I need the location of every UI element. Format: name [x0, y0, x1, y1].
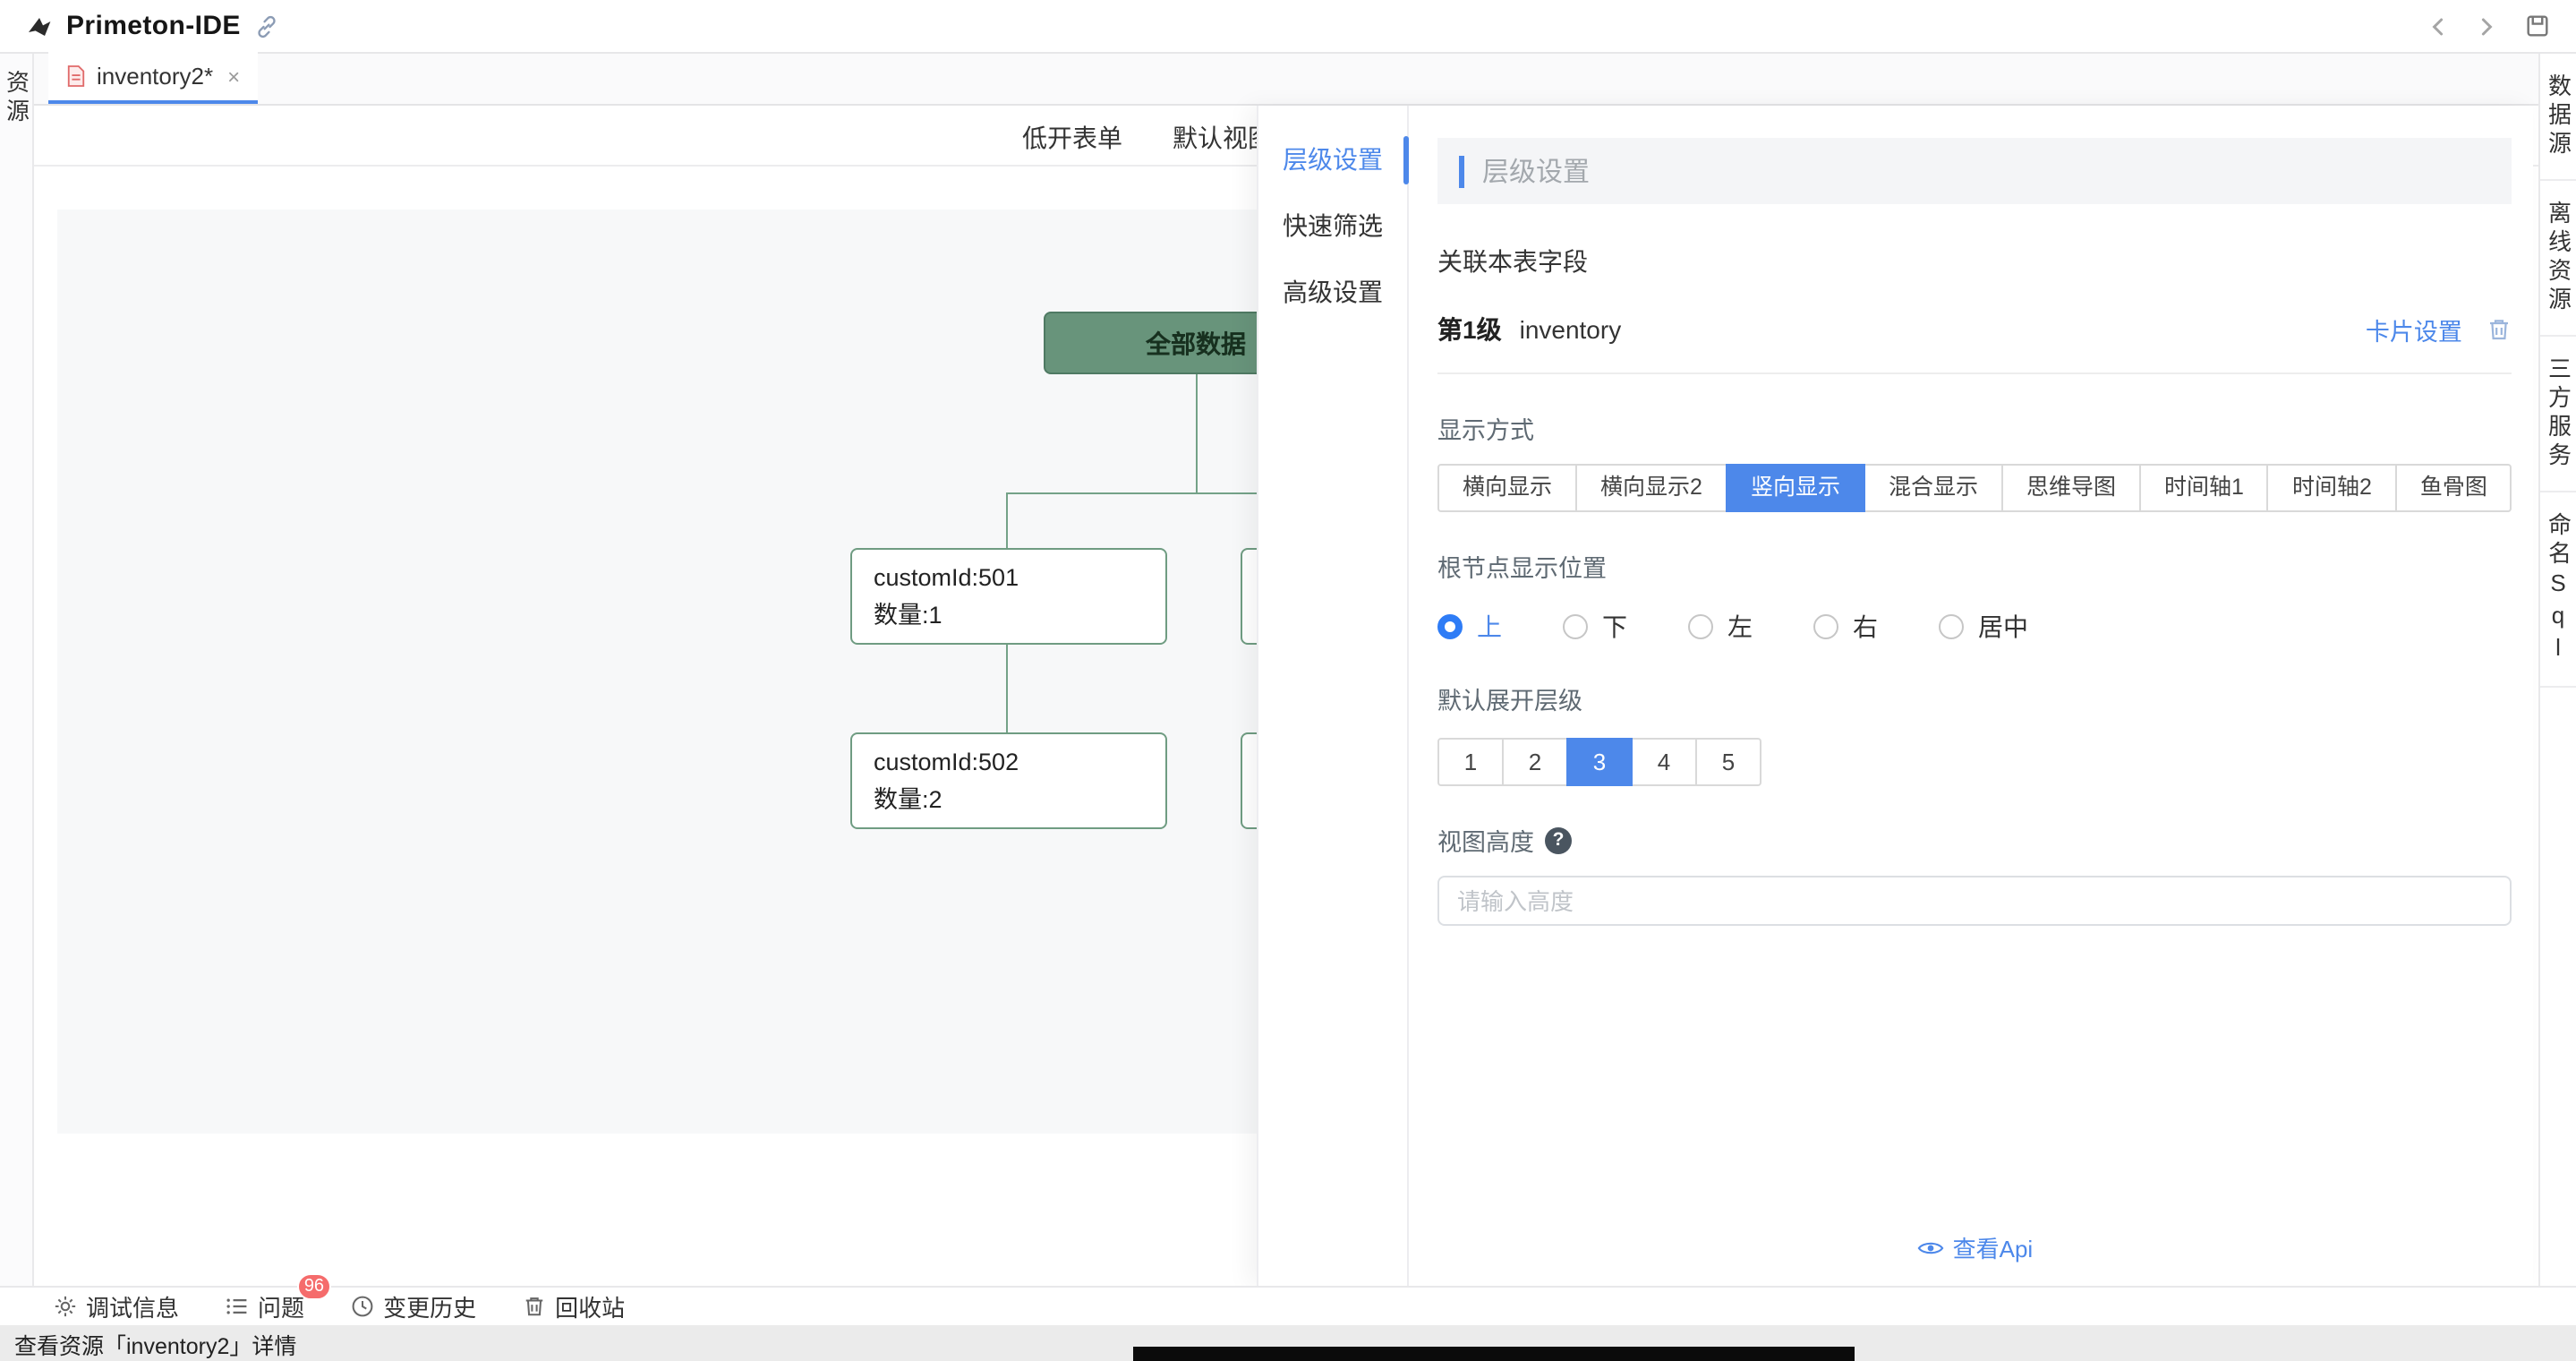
level-field-name: inventory — [1520, 315, 1622, 344]
left-rail: 资源 — [0, 54, 34, 1286]
display-mode-horizontal2[interactable]: 横向显示2 — [1575, 464, 1727, 512]
tree-canvas[interactable]: 全部数据 customId:501 数量:1 customId:502 数量:2 — [57, 210, 1310, 1134]
card-line2: 数量:2 — [874, 778, 1144, 814]
panel-header: 层级设置 — [1437, 138, 2512, 204]
status-item-debug-info[interactable]: 调试信息 — [54, 1289, 179, 1323]
app-logo-icon — [25, 12, 54, 40]
connector-line — [1006, 492, 1008, 548]
file-icon — [66, 64, 86, 88]
menu-item-advanced-settings[interactable]: 高级设置 — [1258, 260, 1407, 326]
assoc-fields-label: 关联本表字段 — [1437, 244, 2512, 279]
root-position-bottom[interactable]: 下 — [1563, 609, 1627, 645]
status-item-recycle-bin[interactable]: 回收站 — [523, 1289, 625, 1323]
display-mode-timeline2[interactable]: 时间轴2 — [2267, 464, 2397, 512]
display-mode-mixed[interactable]: 混合显示 — [1864, 464, 2003, 512]
nav-back-icon[interactable] — [2427, 15, 2449, 37]
save-icon[interactable] — [2524, 13, 2551, 39]
right-rail: 数据源 离线资源 三方服务 命名Sql — [2538, 54, 2576, 1286]
tree-root-label: 全部数据 — [1146, 325, 1246, 361]
card-settings-link[interactable]: 卡片设置 — [2366, 312, 2462, 347]
tree-node-card-502[interactable]: customId:502 数量:2 — [850, 732, 1167, 829]
radio-icon — [1688, 614, 1713, 639]
expand-level-label: 默认展开层级 — [1437, 680, 2512, 716]
right-rail-item-named-sql[interactable]: 命名Sql — [2540, 492, 2576, 688]
tab-inventory2[interactable]: inventory2* × — [48, 52, 258, 104]
link-icon[interactable] — [255, 13, 280, 39]
tab-close-icon[interactable]: × — [227, 64, 240, 89]
app-title: Primeton-IDE — [66, 11, 241, 41]
right-rail-item-offline-resources[interactable]: 离线资源 — [2540, 181, 2576, 337]
menu-item-level-settings[interactable]: 层级设置 — [1258, 127, 1407, 193]
delete-level-icon[interactable] — [2487, 317, 2512, 342]
level-1-row: 第1级 inventory 卡片设置 — [1437, 312, 2512, 374]
help-icon[interactable]: ? — [1545, 826, 1572, 853]
window-edge-strip — [1133, 1347, 1855, 1361]
trash-icon — [523, 1295, 546, 1318]
status-item-change-history[interactable]: 变更历史 — [351, 1289, 476, 1323]
tree-node-card-501[interactable]: customId:501 数量:1 — [850, 548, 1167, 645]
display-mode-horizontal[interactable]: 横向显示 — [1437, 464, 1577, 512]
display-mode-timeline1[interactable]: 时间轴1 — [2139, 464, 2269, 512]
card-line2: 数量:1 — [874, 594, 1144, 629]
radio-icon — [1813, 614, 1838, 639]
toolbar-item-lowcode-form[interactable]: 低开表单 — [1022, 120, 1122, 156]
nav-forward-icon[interactable] — [2476, 15, 2497, 37]
footer-message[interactable]: 查看资源「inventory2」详情 — [14, 1326, 296, 1360]
settings-panel-body: 层级设置 关联本表字段 第1级 inventory 卡片设置 显示方式 横向显示… — [1409, 106, 2541, 1286]
expand-level-2[interactable]: 2 — [1502, 738, 1568, 786]
list-icon — [226, 1295, 249, 1318]
display-mode-mindmap[interactable]: 思维导图 — [2001, 464, 2141, 512]
panel-title: 层级设置 — [1482, 152, 1590, 190]
display-mode-label: 显示方式 — [1437, 410, 2512, 446]
eye-icon — [1917, 1238, 1944, 1256]
clock-icon — [351, 1295, 374, 1318]
topbar-actions — [2427, 13, 2551, 39]
view-api-link[interactable]: 查看Api — [1409, 1230, 2541, 1264]
card-line1: customId:502 — [874, 748, 1144, 775]
menu-item-quick-filter[interactable]: 快速筛选 — [1258, 193, 1407, 260]
root-position-label: 根节点显示位置 — [1437, 548, 2512, 584]
expand-level-5[interactable]: 5 — [1695, 738, 1761, 786]
root-position-group: 上 下 左 右 居中 — [1437, 609, 2512, 645]
header-accent-bar — [1459, 155, 1464, 187]
debug-gear-icon — [54, 1295, 77, 1318]
left-rail-item-resources[interactable]: 资源 — [4, 70, 28, 127]
connector-line — [1006, 645, 1008, 732]
display-mode-group: 横向显示 横向显示2 竖向显示 混合显示 思维导图 时间轴1 时间轴2 鱼骨图 — [1437, 464, 2512, 512]
view-height-label: 视图高度 ? — [1437, 822, 2512, 858]
right-rail-item-datasource[interactable]: 数据源 — [2540, 54, 2576, 181]
radio-icon — [1939, 614, 1964, 639]
radio-icon — [1563, 614, 1588, 639]
expand-level-1[interactable]: 1 — [1437, 738, 1504, 786]
expand-level-group: 1 2 3 4 5 — [1437, 738, 2512, 786]
display-mode-vertical[interactable]: 竖向显示 — [1726, 464, 1865, 512]
root-position-top[interactable]: 上 — [1437, 609, 1502, 645]
display-mode-fishbone[interactable]: 鱼骨图 — [2395, 464, 2512, 512]
problems-count-badge: 96 — [297, 1273, 331, 1300]
status-bar: 调试信息 问题 96 变更历史 回收站 — [0, 1286, 2576, 1325]
radio-icon — [1437, 614, 1463, 639]
tab-bar: inventory2* × — [34, 54, 2538, 106]
root-position-center[interactable]: 居中 — [1939, 609, 2028, 645]
status-item-problems[interactable]: 问题 96 — [226, 1289, 304, 1323]
app-window: Primeton-IDE 资源 数据源 离线资源 三方服务 命名Sql — [0, 0, 2576, 1361]
level-prefix: 第1级 — [1437, 312, 1502, 347]
topbar: Primeton-IDE — [0, 0, 2576, 54]
view-toolbar: 低开表单 默认视图 — [1022, 120, 1273, 156]
root-position-left[interactable]: 左 — [1688, 609, 1753, 645]
settings-menu: 层级设置 快速筛选 高级设置 — [1258, 106, 1409, 1286]
card-line1: customId:501 — [874, 563, 1144, 590]
connector-line — [1196, 374, 1198, 492]
tab-label: inventory2* — [97, 63, 213, 90]
expand-level-3[interactable]: 3 — [1566, 738, 1633, 786]
view-height-input[interactable] — [1437, 876, 2512, 926]
settings-panel: 层级设置 快速筛选 高级设置 层级设置 关联本表字段 第1级 inventory… — [1257, 106, 2533, 1286]
right-rail-item-thirdparty-services[interactable]: 三方服务 — [2540, 337, 2576, 492]
footer-bar: 查看资源「inventory2」详情 — [0, 1325, 2576, 1361]
expand-level-4[interactable]: 4 — [1631, 738, 1697, 786]
root-position-right[interactable]: 右 — [1813, 609, 1878, 645]
